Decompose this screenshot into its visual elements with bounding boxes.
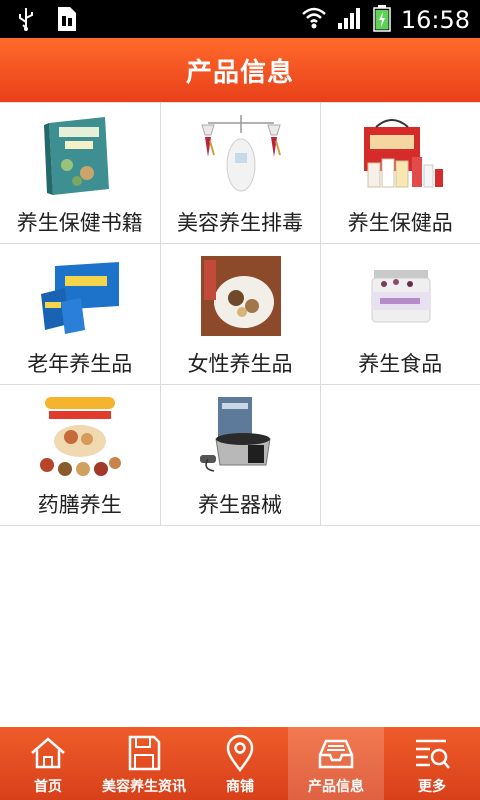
wifi-icon <box>301 6 327 34</box>
tab-product-info[interactable]: 产品信息 <box>288 727 384 800</box>
battery-icon <box>373 4 391 36</box>
tab-label: 美容养生资讯 <box>102 779 186 795</box>
tab-label: 产品信息 <box>308 779 364 795</box>
clock: 16:58 <box>400 6 470 34</box>
foot-massager-image <box>196 395 286 479</box>
map-pin-icon <box>226 734 254 773</box>
status-bar: 16:58 <box>0 0 480 38</box>
category-item[interactable]: 老年养生品 <box>0 243 161 385</box>
category-item[interactable]: 美容养生排毒 <box>159 102 321 244</box>
document-icon <box>56 6 78 36</box>
herbal-tea-bag-image <box>196 254 286 338</box>
category-label: 药膳养生 <box>37 493 122 517</box>
blue-box-image <box>35 254 125 338</box>
save-icon <box>128 735 161 771</box>
header-bar: 产品信息 <box>0 38 480 102</box>
category-item[interactable]: 药膳养生 <box>0 384 161 526</box>
category-grid: 养生保健书籍 美容养生排毒 养生保健品 老年养生品 女性养生品 养生食品 药膳养… <box>0 102 480 526</box>
tab-more[interactable]: 更多 <box>384 727 480 800</box>
category-label: 老年养生品 <box>27 352 133 376</box>
category-item[interactable]: 养生器械 <box>159 384 321 526</box>
tab-label: 商铺 <box>226 779 254 795</box>
home-icon <box>31 737 65 769</box>
category-item[interactable]: 养生食品 <box>319 243 480 385</box>
category-label: 养生保健品 <box>347 211 453 235</box>
signal-icon <box>337 6 363 34</box>
page-title: 产品信息 <box>185 57 294 88</box>
tab-shops[interactable]: 商铺 <box>192 727 288 800</box>
inbox-icon <box>318 739 354 769</box>
category-item[interactable]: 养生保健品 <box>319 102 480 244</box>
detox-device-image <box>196 113 286 197</box>
category-item[interactable]: 女性养生品 <box>159 243 321 385</box>
category-label: 美容养生排毒 <box>177 211 303 235</box>
jar-image <box>356 254 446 338</box>
gift-box-image <box>356 113 446 197</box>
list-search-icon <box>416 739 450 769</box>
empty-cell <box>319 384 480 526</box>
category-label: 女性养生品 <box>187 352 293 376</box>
herbal-food-image <box>35 395 125 479</box>
tab-label: 首页 <box>34 779 62 795</box>
tab-label: 更多 <box>418 779 446 795</box>
tab-home[interactable]: 首页 <box>0 727 96 800</box>
category-label: 养生食品 <box>358 352 443 376</box>
category-label: 养生器械 <box>198 493 282 517</box>
usb-icon <box>16 6 36 36</box>
category-label: 养生保健书籍 <box>16 211 143 235</box>
bottom-tab-bar: 首页 美容养生资讯 商铺 产品信息 更多 <box>0 727 480 800</box>
tab-beauty-news[interactable]: 美容养生资讯 <box>96 727 192 800</box>
category-item[interactable]: 养生保健书籍 <box>0 102 161 244</box>
book-cover-image <box>35 113 125 197</box>
